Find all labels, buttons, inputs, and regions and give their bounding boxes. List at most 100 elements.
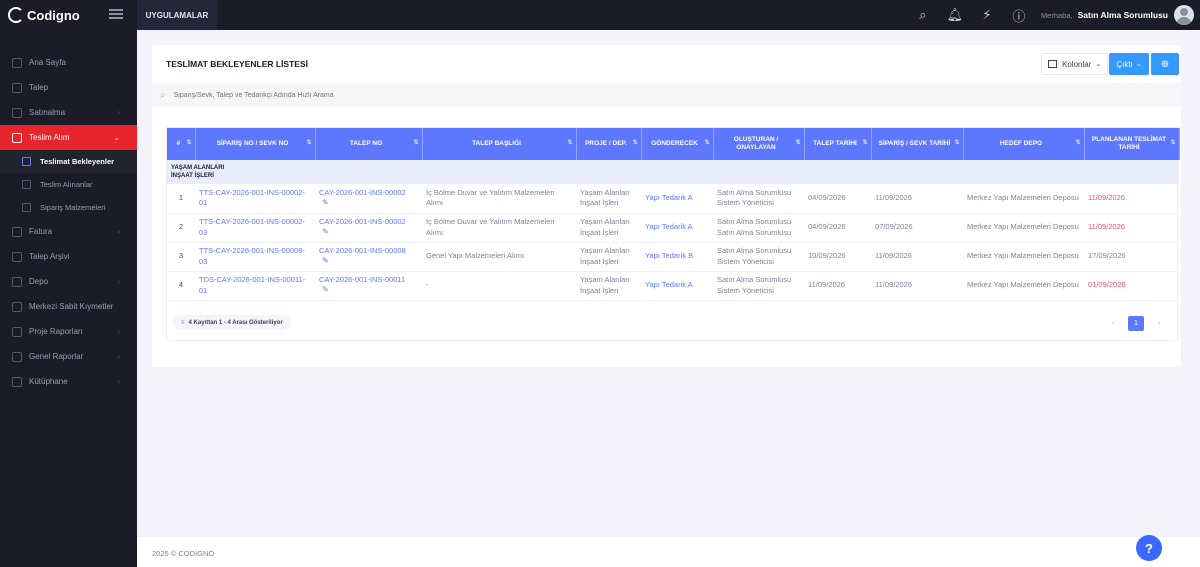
column-header[interactable]: PROJE / DEP. ⇅ xyxy=(576,128,642,160)
edit-icon[interactable]: ✎ xyxy=(322,198,329,209)
document-icon xyxy=(22,203,31,212)
sender-link[interactable]: Yapı Tedarik A xyxy=(645,193,693,202)
menu-toggle-icon[interactable] xyxy=(109,9,123,19)
user-name[interactable]: Satın Alma Sorumlusu xyxy=(1078,10,1168,20)
sidebar-item-kutuphane[interactable]: Kütüphane › xyxy=(0,369,137,394)
order-no-link[interactable]: TTS-CAY-2026-001-INS-00002-03 xyxy=(199,217,305,236)
column-header[interactable]: TALEP TARİHİ ⇅ xyxy=(804,128,872,160)
output-button[interactable]: Çıktı ⌄ xyxy=(1109,53,1149,75)
column-header-label: TALEP NO xyxy=(349,139,383,147)
next-page-button[interactable]: › xyxy=(1151,316,1167,331)
sidebar-item-depo[interactable]: Depo › xyxy=(0,269,137,294)
column-header[interactable]: SİPARİŞ / SEVK TARİHİ ⇅ xyxy=(871,128,964,160)
cart-icon xyxy=(12,107,22,118)
library-icon xyxy=(12,376,22,387)
column-header-label: SİPARİŞ / SEVK TARİHİ xyxy=(878,139,951,147)
order-no-link[interactable]: TDS-CAY-2026-001-INS-00011-01 xyxy=(199,275,305,294)
table-row[interactable]: 4 TDS-CAY-2026-001-INS-00011-01 CAY-2026… xyxy=(167,271,1179,301)
column-header-label: PLANLANAN TESLİMAT TARİHİ xyxy=(1091,135,1167,151)
bell-icon[interactable]: 🔔︎ xyxy=(939,8,971,23)
sidebar-subitem-siparis-malzemeleri[interactable]: Sipariş Malzemeleri xyxy=(0,196,137,219)
output-button-label: Çıktı xyxy=(1116,59,1133,69)
edit-icon[interactable]: ✎ xyxy=(322,256,329,267)
search-icon[interactable]: ⌕ xyxy=(907,8,939,23)
sender-link[interactable]: Yapı Tedarik A xyxy=(645,280,693,289)
zoom-icon: ⊕ xyxy=(1160,58,1170,70)
request-no-link[interactable]: CAY-2026-001-INS-00002 xyxy=(319,188,406,197)
sender-link[interactable]: Yapı Tedarik B xyxy=(645,251,693,260)
apps-menu-button[interactable]: UYGULAMALAR xyxy=(137,0,217,30)
zoom-search-button[interactable]: ⊕ xyxy=(1151,53,1179,75)
sidebar-item-fatura[interactable]: Fatura › xyxy=(0,219,137,244)
help-circle-icon[interactable]: ⓘ xyxy=(1003,6,1035,25)
sidebar-subitem-label: Teslimat Bekleyenler xyxy=(40,157,115,166)
sidebar-item-satinalma[interactable]: Satınalma › xyxy=(0,100,137,125)
sidebar-item-label: Merkezi Sabit Kıymetler xyxy=(29,302,114,311)
creator-approver: Satın Alma Sorumlusu Sistem Yöneticisi xyxy=(713,271,804,301)
lightning-icon[interactable]: ⚡︎ xyxy=(971,8,1003,23)
sort-icon: ⇅ xyxy=(795,140,801,146)
sidebar-item-talep-arsivi[interactable]: Talep Arşivi xyxy=(0,244,137,269)
group-label-line: İNŞAAT İŞLERİ xyxy=(171,173,214,179)
request-no-link[interactable]: CAY-2026-001-INS-00002 xyxy=(319,217,406,226)
help-button[interactable]: ? xyxy=(1136,535,1162,561)
target-depot: Merkez Yapı Malzemeleri Deposu xyxy=(963,213,1084,243)
chevron-right-icon: › xyxy=(117,377,120,386)
order-no-link[interactable]: TTS-CAY-2026-001-INS-00008-03 xyxy=(199,246,305,265)
sidebar-item-label: Genel Raporlar xyxy=(29,352,84,361)
sort-icon: ⇅ xyxy=(954,140,960,146)
project-dept: Yaşam Alanları İnşaat İşleri xyxy=(576,271,641,301)
brand-name: Codigno xyxy=(27,7,80,23)
column-header[interactable]: OLUŞTURAN / ONAYLAYAN ⇅ xyxy=(713,128,805,160)
sidebar-item-merkezi-sabit-kiymetler[interactable]: Merkezi Sabit Kıymetler xyxy=(0,294,137,319)
column-header[interactable]: HEDEF DEPO ⇅ xyxy=(963,128,1085,160)
request-no-link[interactable]: CAY-2026-001-INS-00008 xyxy=(319,246,406,255)
sidebar-item-teslim-alim[interactable]: Teslim Alım ⌄ xyxy=(0,125,137,150)
sidebar-item-label: Teslim Alım xyxy=(29,133,70,142)
sort-icon: ⇅ xyxy=(306,140,312,146)
column-header[interactable]: SİPARİŞ NO / SEVK NO ⇅ xyxy=(195,128,316,160)
column-header-label: GÖNDERECEK xyxy=(651,139,698,147)
column-header[interactable]: TALEP NO ⇅ xyxy=(315,128,423,160)
sidebar-subitem-teslimat-bekleyenler[interactable]: Teslimat Bekleyenler xyxy=(0,150,137,173)
sort-icon: ⇅ xyxy=(186,140,192,146)
edit-icon[interactable]: ✎ xyxy=(322,227,329,238)
sidebar-item-ana-sayfa[interactable]: Ana Sayfa xyxy=(0,50,137,75)
request-icon xyxy=(12,82,22,93)
chevron-left-icon: ‹ xyxy=(1111,320,1115,327)
prev-page-button[interactable]: ‹ xyxy=(1105,316,1121,331)
column-header[interactable]: GÖNDERECEK ⇅ xyxy=(641,128,714,160)
chevron-down-icon: ⌄ xyxy=(113,133,120,142)
table-row[interactable]: 3 TTS-CAY-2026-001-INS-00008-03 CAY-2026… xyxy=(167,242,1179,272)
table-header-row: # ⇅ SİPARİŞ NO / SEVK NO ⇅ TALEP NO ⇅ TALEP… xyxy=(167,128,1180,160)
report-icon xyxy=(12,326,22,337)
sidebar-item-proje-raporlari[interactable]: Proje Raporları › xyxy=(0,319,137,344)
planned-delivery-date: 11/09/2026 xyxy=(1084,213,1179,243)
report-icon xyxy=(12,351,22,362)
sidebar-subitem-teslim-alinanlar[interactable]: Teslim Alınanlar xyxy=(0,173,137,196)
sidebar-subitem-label: Teslim Alınanlar xyxy=(40,180,93,189)
sort-icon: ⇅ xyxy=(1170,140,1176,146)
table-row[interactable]: 2 TTS-CAY-2026-001-INS-00002-03 CAY-2026… xyxy=(167,213,1179,243)
sidebar-item-talep[interactable]: Talep xyxy=(0,75,137,100)
edit-icon[interactable]: ✎ xyxy=(322,285,329,296)
request-title: Genel Yapı Malzemeleri Alımı xyxy=(422,242,576,272)
column-header[interactable]: # ⇅ xyxy=(167,128,196,160)
page-button-current[interactable]: 1 xyxy=(1128,316,1144,331)
sender-link[interactable]: Yapı Tedarik A xyxy=(645,222,693,231)
request-date: 10/09/2026 xyxy=(804,242,871,272)
project-dept: Yaşam Alanları İnşaat İşleri xyxy=(576,242,641,272)
sidebar-item-genel-raporlar[interactable]: Genel Raporlar › xyxy=(0,344,137,369)
search-input[interactable] xyxy=(173,91,774,99)
order-date: 11/09/2026 xyxy=(871,242,963,272)
column-header[interactable]: PLANLANAN TESLİMAT TARİHİ ⇅ xyxy=(1084,128,1180,160)
avatar[interactable] xyxy=(1174,5,1194,25)
group-row[interactable]: YAŞAM ALANLARI İNŞAAT İŞLERİ xyxy=(167,160,1179,184)
column-header[interactable]: TALEP BAŞLIĞI ⇅ xyxy=(422,128,577,160)
order-no-link[interactable]: TTS-CAY-2026-001-INS-00002-01 xyxy=(199,188,305,207)
columns-button[interactable]: Kolonlar ⌄ xyxy=(1041,53,1108,75)
request-no-link[interactable]: CAY-2026-001-INS-00011 xyxy=(319,275,405,284)
table-row[interactable]: 1 TTS-CAY-2026-001-INS-00002-01 CAY-2026… xyxy=(167,184,1179,214)
sidebar-item-label: Ana Sayfa xyxy=(29,58,66,67)
data-table-wrapper: # ⇅ SİPARİŞ NO / SEVK NO ⇅ TALEP NO ⇅ TALEP… xyxy=(166,127,1180,341)
